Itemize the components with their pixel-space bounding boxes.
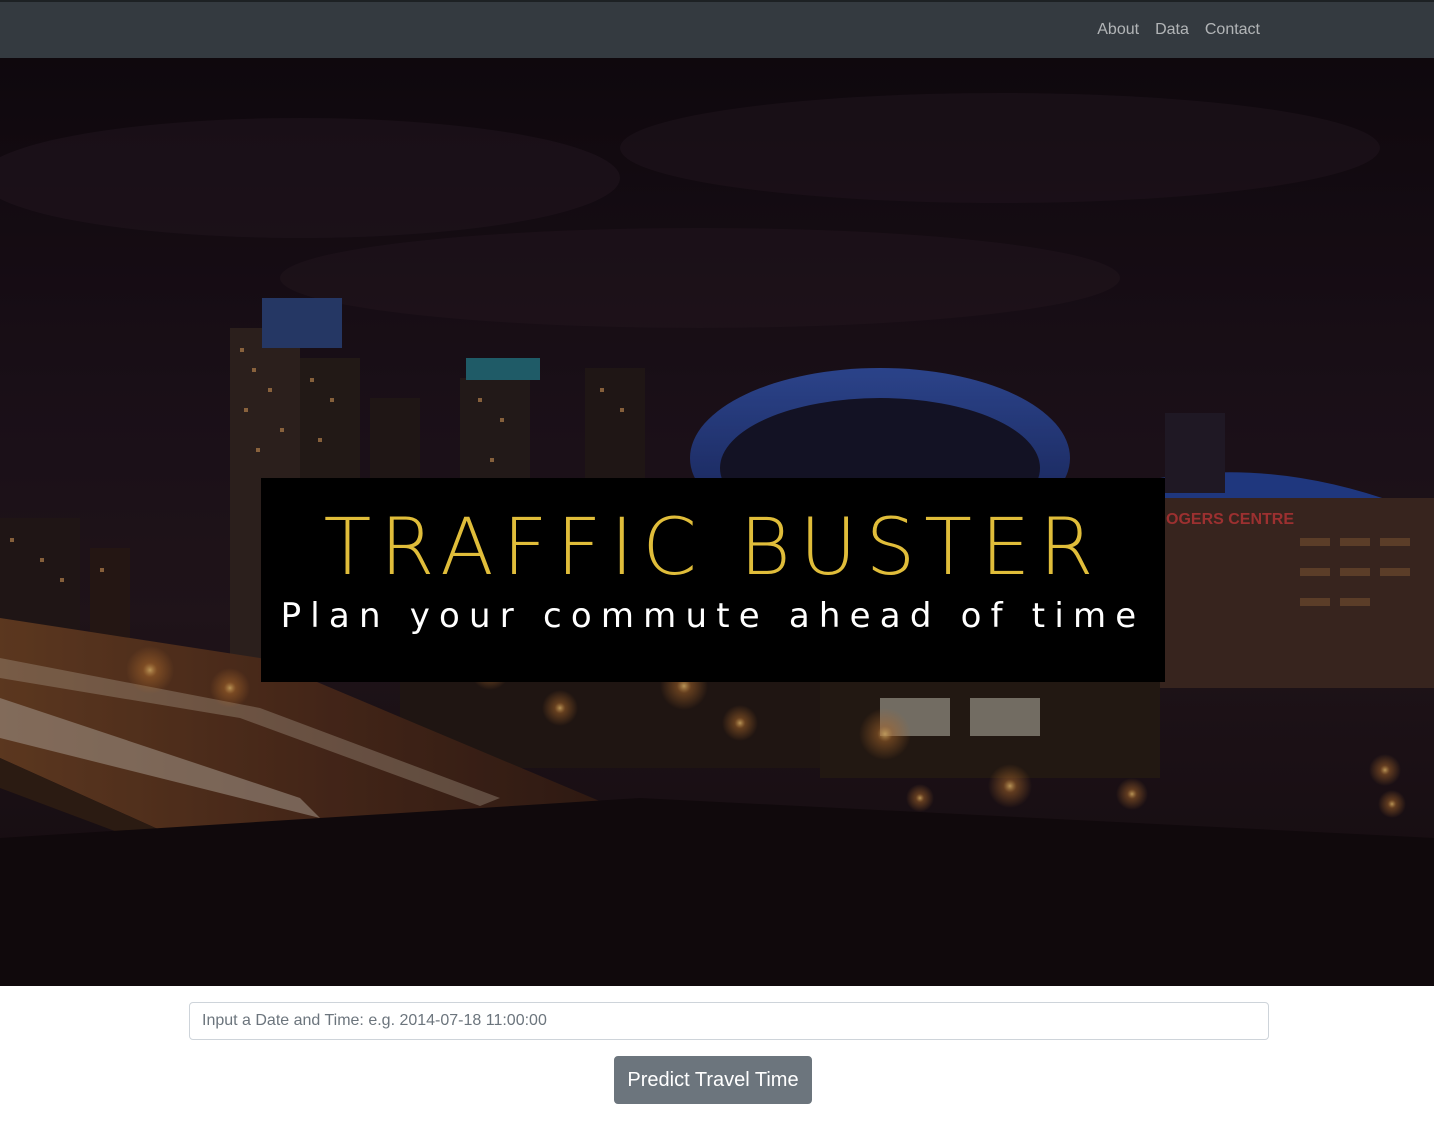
nav-link-data[interactable]: Data (1147, 20, 1197, 40)
navbar: About Data Contact (0, 0, 1434, 58)
title-box: TRAFFIC BUSTER Plan your commute ahead o… (261, 478, 1165, 682)
predict-travel-time-button[interactable]: Predict Travel Time (614, 1056, 812, 1104)
nav-link-about[interactable]: About (1089, 20, 1147, 40)
nav-links: About Data Contact (1089, 20, 1260, 40)
datetime-input[interactable] (189, 1002, 1269, 1040)
nav-link-contact[interactable]: Contact (1197, 20, 1260, 40)
app-title: TRAFFIC BUSTER (323, 503, 1103, 593)
tagline: Plan your commute ahead of time (280, 596, 1146, 636)
hero-banner: OGERS CENTRE TRAFFIC BUSTER Plan your co… (0, 58, 1434, 986)
